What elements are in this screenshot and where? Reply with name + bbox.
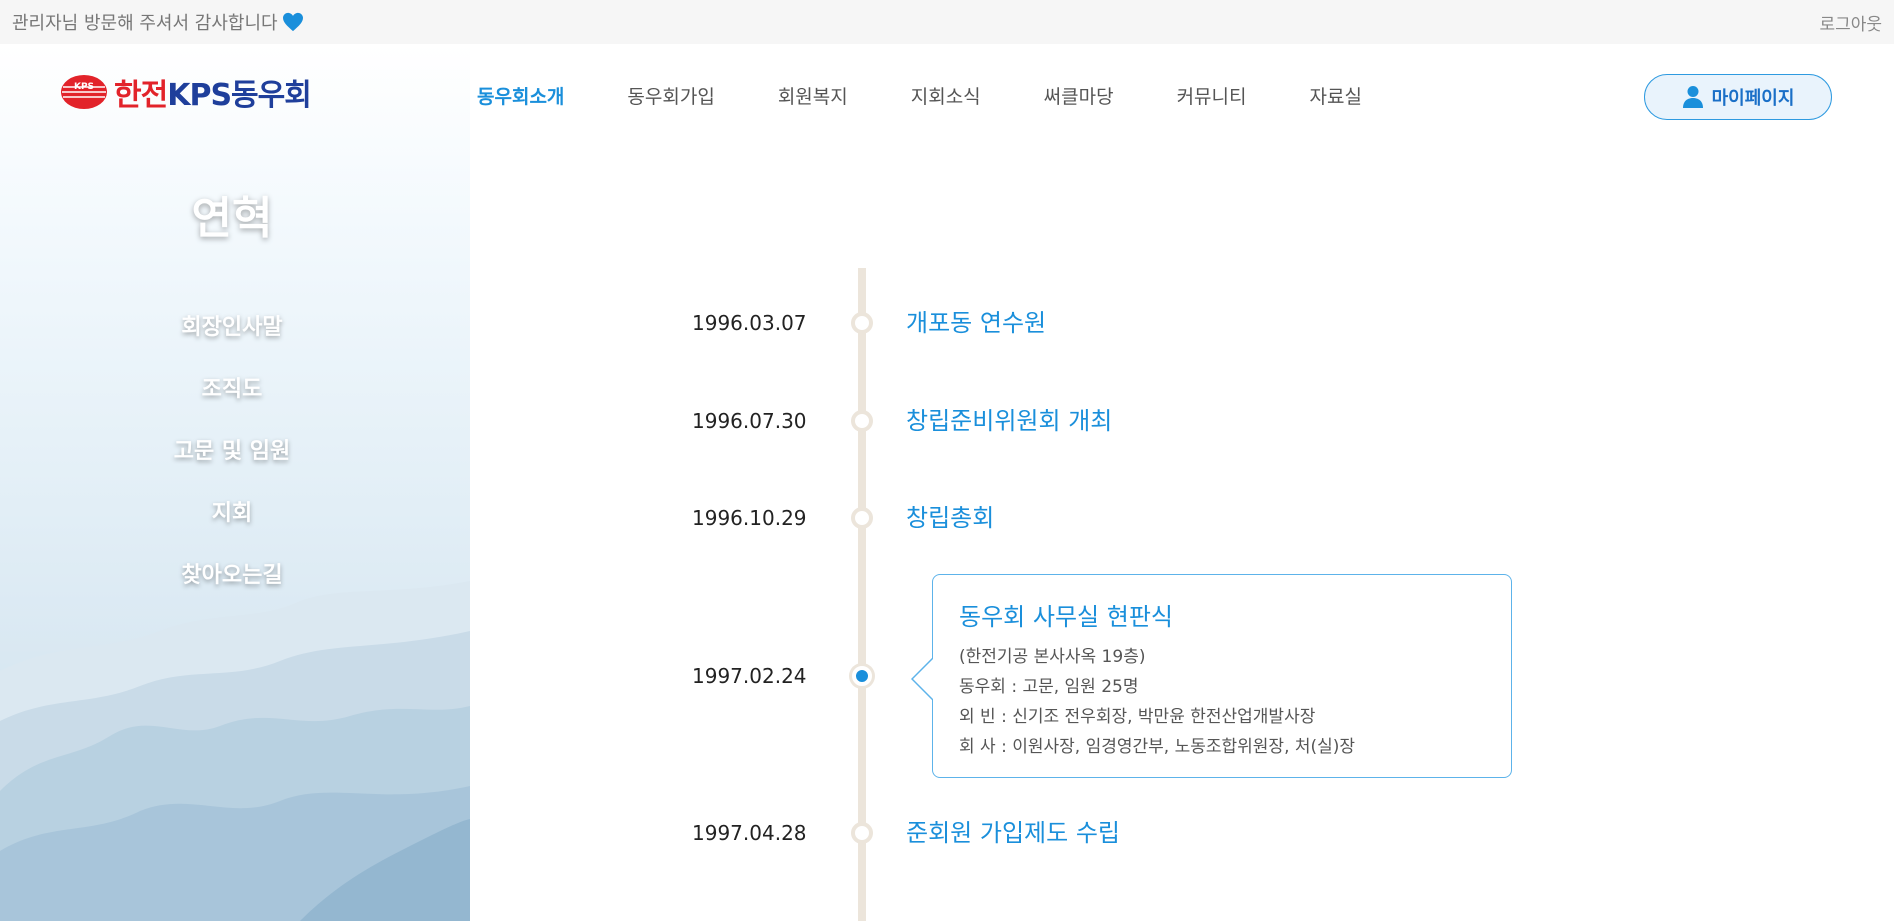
nav-item-resources[interactable]: 자료실 [1310, 82, 1362, 109]
user-icon [1682, 86, 1703, 108]
timeline-dot [851, 507, 873, 529]
nav-item-community[interactable]: 커뮤니티 [1177, 82, 1247, 109]
site-logo[interactable]: KPS 한전KPS동우회 [60, 70, 312, 114]
timeline-dot-active [852, 666, 872, 686]
timeline-dot [851, 410, 873, 432]
timeline-title: 창립준비위원회 개최 [906, 407, 1113, 435]
card-detail-line: 회 사 : 이원사장, 임경영간부, 노동조합위원장, 처(실)장 [959, 737, 1356, 757]
timeline-date: 1996.10.29 [692, 506, 807, 530]
timeline-date: 1996.07.30 [692, 409, 807, 433]
side-menu-item-advisors[interactable]: 고문 및 임원 [0, 421, 464, 483]
timeline-title: 개포동 연수원 [906, 309, 1047, 337]
card-detail-line: 동우회 : 고문, 임원 25명 [959, 677, 1139, 697]
timeline-item: 1997.04.28 준회원 가입제도 수립 [470, 813, 1894, 853]
heart-icon [282, 12, 303, 32]
side-menu-item-greeting[interactable]: 회장인사말 [0, 297, 464, 359]
timeline-title: 창립총회 [906, 504, 995, 532]
greeting: 관리자님 방문해 주셔서 감사합니다 [12, 9, 304, 35]
timeline-item: 1996.03.07 개포동 연수원 [470, 303, 1894, 343]
mypage-label: 마이페이지 [1711, 88, 1795, 109]
side-menu-item-organization[interactable]: 조직도 [0, 359, 464, 421]
nav-item-branch-news[interactable]: 지회소식 [911, 82, 981, 109]
history-timeline: 1996.03.07 개포동 연수원 1996.07.30 창립준비위원회 개최… [470, 268, 1894, 921]
kps-emblem-icon: KPS [61, 75, 107, 109]
card-title: 동우회 사무실 현판식 [959, 603, 1173, 631]
card-pointer-arrow [911, 657, 933, 701]
nav-item-welfare[interactable]: 회원복지 [778, 82, 848, 109]
logout-link[interactable]: 로그아웃 [1819, 10, 1882, 35]
mypage-button[interactable]: 마이페이지 [1644, 74, 1832, 120]
nav-item-about[interactable]: 동우회소개 [477, 82, 564, 109]
sidebar: KPS 한전KPS동우회 연혁 회장인사말 조직도 고문 및 임원 지회 찾아오… [0, 44, 470, 921]
timeline-detail-card: 동우회 사무실 현판식 (한전기공 본사사옥 19층) 동우회 : 고문, 임원… [911, 574, 1512, 778]
main-nav: 동우회소개 동우회가입 회원복지 지회소식 써클마당 커뮤니티 자료실 [477, 82, 1425, 109]
timeline-item: 1996.07.30 창립준비위원회 개최 [470, 401, 1894, 441]
timeline-date: 1997.04.28 [692, 821, 807, 845]
nav-item-circles[interactable]: 써클마당 [1044, 82, 1114, 109]
timeline-date: 1997.02.24 [692, 664, 807, 688]
logo-text: 한전KPS동우회 [114, 78, 312, 113]
side-menu-item-branches[interactable]: 지회 [0, 483, 464, 545]
timeline-item: 1996.10.29 창립총회 [470, 498, 1894, 538]
card-detail-line: (한전기공 본사사옥 19층) [959, 647, 1146, 667]
page-title: 연혁 [191, 193, 273, 244]
timeline-dot [851, 312, 873, 334]
timeline-title: 준회원 가입제도 수립 [906, 819, 1120, 847]
top-bar: 관리자님 방문해 주셔서 감사합니다 로그아웃 [0, 0, 1894, 44]
svg-text:KPS: KPS [74, 82, 94, 92]
side-menu-item-directions[interactable]: 찾아오는길 [0, 545, 464, 607]
card-detail-line: 외 빈 : 신기조 전우회장, 박만윤 한전산업개발사장 [959, 707, 1316, 727]
timeline-date: 1996.03.07 [692, 311, 807, 335]
nav-item-join[interactable]: 동우회가입 [627, 82, 714, 109]
greeting-text: 관리자님 방문해 주셔서 감사합니다 [12, 13, 278, 34]
side-menu: 회장인사말 조직도 고문 및 임원 지회 찾아오는길 [0, 297, 464, 607]
timeline-dot [851, 822, 873, 844]
